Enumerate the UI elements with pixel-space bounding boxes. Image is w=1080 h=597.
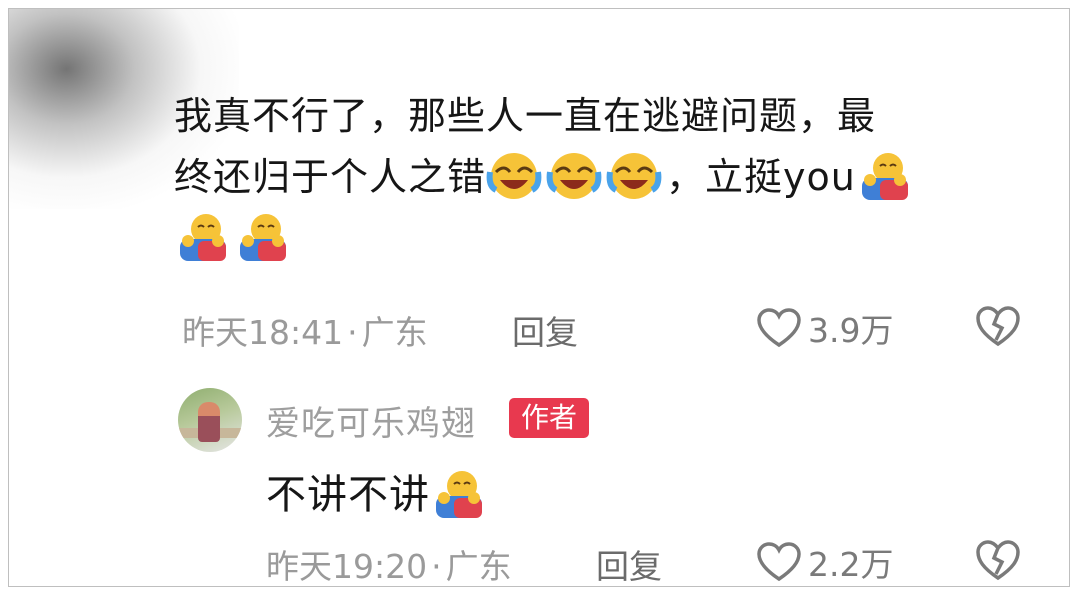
hug-emoji-icon	[240, 214, 286, 261]
comment-meta: 昨天18:41 · 广东	[182, 306, 428, 354]
like-button[interactable]: 3.9万	[756, 304, 893, 352]
reply-comment-time: 昨天19:20	[266, 547, 428, 586]
reply-button[interactable]: 回复	[512, 306, 578, 354]
reply-button[interactable]: 回复	[596, 540, 662, 588]
reply-comment-location: 广东	[445, 547, 512, 586]
hug-emoji-icon	[180, 214, 226, 261]
author-badge: 作者	[509, 398, 590, 438]
meta-separator: ·	[431, 547, 442, 586]
hug-emoji-icon	[861, 153, 908, 200]
laughing-crying-emoji-icon	[486, 153, 542, 199]
comment-line-2: 终还归于个人之错 ，立挺you	[174, 147, 1014, 208]
heart-icon	[757, 542, 801, 582]
comment-line-2-text: 终还归于个人之错	[174, 155, 487, 199]
broken-heart-icon[interactable]	[974, 304, 1022, 348]
reply-comment-meta: 昨天19:20 · 广东	[266, 540, 512, 588]
hug-emoji-icon	[436, 471, 482, 518]
heart-icon	[757, 308, 801, 348]
like-count: 2.2万	[808, 545, 894, 584]
username[interactable]: 爱吃可乐鸡翅	[266, 396, 476, 445]
laughing-crying-emoji-icon	[606, 153, 662, 199]
like-count: 3.9万	[808, 311, 894, 350]
broken-heart-icon[interactable]	[974, 538, 1022, 582]
reply-comment-body: 不讲不讲	[266, 472, 430, 518]
comment-line-1: 我真不行了，那些人一直在逃避问题，最	[174, 94, 877, 138]
comment-time: 昨天18:41	[182, 313, 344, 352]
meta-separator: ·	[347, 313, 358, 352]
avatar[interactable]	[178, 388, 242, 452]
reply-comment-text: 不讲不讲	[266, 462, 490, 520]
comment-location: 广东	[361, 313, 428, 352]
comment-text: 我真不行了，那些人一直在逃避问题，最 终还归于个人之错 ，立挺you	[174, 86, 1014, 269]
like-button[interactable]: 2.2万	[756, 538, 893, 586]
comment-line-2-suffix: ，立挺you	[666, 155, 856, 199]
comment-line-3	[174, 208, 1014, 269]
laughing-crying-emoji-icon	[546, 153, 602, 199]
